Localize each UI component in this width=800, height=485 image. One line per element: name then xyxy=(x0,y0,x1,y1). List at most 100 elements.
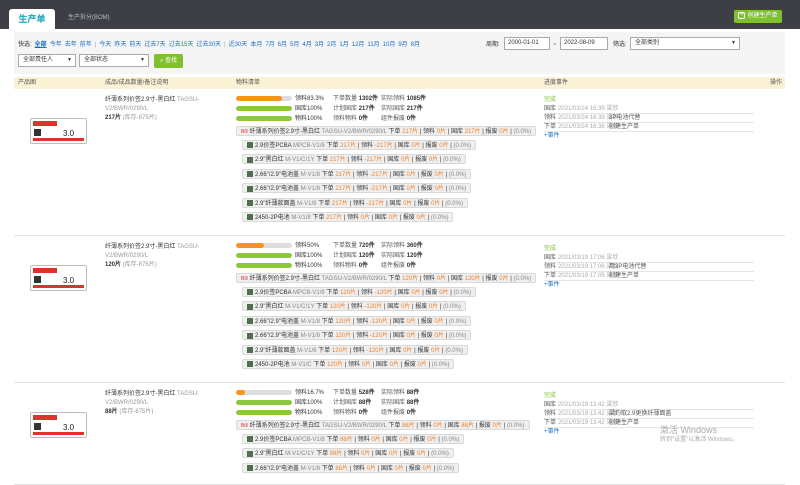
quick-link[interactable]: 前年 xyxy=(80,42,92,48)
product-qty-line: 88片 (库存-875片) xyxy=(105,408,229,417)
actual-value: 1085件 xyxy=(406,96,427,102)
bom-main-item[interactable]: Bill 纤薄系列价签2.9寸-黑白红 TAGSU-V2/BWR/0290/L 下… xyxy=(236,126,537,136)
quick-link[interactable]: 8月 xyxy=(411,42,420,48)
progress-row: 领料16.7% 下单数量 528件 实际领料 88件 xyxy=(236,389,429,398)
quick-link[interactable]: 本月 xyxy=(250,42,262,48)
quick-link[interactable]: 过去30天 xyxy=(196,42,221,48)
bom-main-item[interactable]: Bill 纤薄系列价签2.9寸-黑白红 TAGSU-V2/BWR/0290/L 下… xyxy=(236,273,537,283)
item-stock-value: 0片 xyxy=(406,333,416,340)
planned-label: 领料物料 xyxy=(333,410,358,416)
quick-link[interactable]: 12月 xyxy=(352,42,365,48)
quick-link[interactable]: 2月 xyxy=(327,42,336,48)
bom-sub-item[interactable]: 2.66"/2.9"电池盖 M-V1/8 下单 217片 | 领料 -217片 … xyxy=(242,183,472,194)
quick-link[interactable]: 今年 xyxy=(50,42,62,48)
event-row: 领料 2021/03/19 13:42 梁欣 梁约取2.9更换纤薄面盖 xyxy=(544,410,754,419)
bom-sub-item[interactable]: 2.9"黑白红 M-V1/C/1Y 下单 120片 | 领料 -120片 | 国… xyxy=(242,301,466,312)
product-name[interactable]: 纤薄系列价签2.9寸-黑白红 TAGSU-V2/BWR/0290/L xyxy=(105,96,229,114)
quick-link[interactable]: 过去15天 xyxy=(169,42,194,48)
quick-link[interactable]: 7月 xyxy=(265,42,274,48)
item-stock-value: 0片 xyxy=(394,465,404,472)
bom-sub-item[interactable]: 2450-2P电池 M-V1/C 下单 120片 | 领料 0片 | 国库 0片… xyxy=(242,359,455,369)
planned-value: 1302件 xyxy=(358,96,379,102)
create-order-button[interactable]: + 创建生产单 xyxy=(734,10,782,23)
bom-sub-item[interactable]: 2.9价签PCBA MPCB-V1/8 下单 217片 | 领料 -217片 |… xyxy=(242,140,477,150)
quick-link[interactable]: 前天 xyxy=(129,42,141,48)
status-value: 全部状态 xyxy=(84,57,109,63)
progress-bar xyxy=(236,105,292,111)
item-percent: (0.0%) xyxy=(448,171,467,178)
item-percent: (0.0%) xyxy=(506,423,525,429)
item-order-label: 下单 xyxy=(318,200,331,207)
add-event-link[interactable]: +事件 xyxy=(544,281,754,290)
bom-sub-item[interactable]: 2.9价签PCBA MPCB-V1/8 下单 88片 | 领料 0片 | 国库 … xyxy=(242,434,465,444)
item-order-label: 下单 xyxy=(321,186,334,193)
planned-value: 0件 xyxy=(358,410,369,416)
quick-link[interactable]: 去年 xyxy=(65,42,77,48)
product-thumbnail[interactable]: 3.0 xyxy=(30,265,87,291)
bom-sub-item[interactable]: 2.9"黑白红 M-V1/C/1Y 下单 88片 | 领料 0片 | 国库 0片… xyxy=(242,448,454,459)
item-stock-value: 0片 xyxy=(406,171,416,178)
bom-sub-item[interactable]: 2.66"/2.9"电池盖 M-V1/8 下单 88片 | 领料 0片 | 国库… xyxy=(242,462,460,473)
item-scrap-label: 报废 xyxy=(485,129,498,135)
owner-select[interactable]: 全部责任人 ▼ xyxy=(18,54,76,67)
component-swatch-icon xyxy=(247,185,253,192)
quick-link[interactable]: 全部 xyxy=(35,42,47,48)
product-info: 纤薄系列价签2.9寸-黑白红 TAGSU-V2/BWR/0290/L 120片 (… xyxy=(105,243,229,270)
bom-sub-item[interactable]: 2.66"/2.9"电池盖 M-V1/8 下单 120片 | 领料 -120片 … xyxy=(242,330,472,341)
item-stock-value: 88片 xyxy=(461,423,474,429)
quick-link[interactable]: 过去7天 xyxy=(144,42,165,48)
planned-label: 领料物料 xyxy=(333,116,358,122)
bom-main-item[interactable]: Bill 纤薄系列价签2.9寸-黑白红 TAGSU-V2/BWR/0290/L 下… xyxy=(236,420,530,430)
quick-link[interactable]: 11月 xyxy=(367,42,379,48)
plus-icon: + xyxy=(738,11,746,19)
quick-link[interactable]: 今天 xyxy=(99,42,111,48)
bom-sub-item[interactable]: 2.9价签PCBA MPCB-V1/8 下单 120片 | 领料 -120片 |… xyxy=(242,287,477,297)
item-code: M-V1/8 xyxy=(300,465,320,472)
thumb-price: 3.0 xyxy=(63,423,75,432)
event-time: 2021/03/24 16:39 梁欣 xyxy=(558,106,619,112)
item-name: 2.66"/2.9"电池盖 xyxy=(255,186,299,193)
product-name-text: 纤薄系列价签2.9寸-黑白红 xyxy=(105,391,176,397)
item-order-label: 下单 xyxy=(316,304,329,311)
tab-production-bom[interactable]: 生产拆分(BOM) xyxy=(68,12,110,24)
quick-link[interactable]: 昨天 xyxy=(114,42,126,48)
quick-link[interactable]: 10月 xyxy=(383,42,396,48)
quick-link[interactable]: 6月 xyxy=(278,42,287,48)
item-pick-value: 0片 xyxy=(433,423,443,429)
item-scrap-value: 0片 xyxy=(416,451,427,458)
product-name[interactable]: 纤薄系列价签2.9寸-黑白红 TAGSU-V2/BWR/0290/L xyxy=(105,243,229,261)
event-type: 领料 xyxy=(544,411,557,417)
bom-sub-item[interactable]: 2450-2P电池 M-V1/8 下单 217片 | 领料 0片 | 国库 0片… xyxy=(242,212,454,222)
bom-sub-item[interactable]: 2.9"纤薄款面盖 M-V1/8 下单 120片 | 领料 -120片 | 国库… xyxy=(242,344,468,355)
item-scrap-label: 报废 xyxy=(420,186,433,193)
date-from-input[interactable]: 2000-01-01 xyxy=(504,37,550,50)
quick-link[interactable]: 近30天 xyxy=(229,42,248,48)
planned-label: 下单数量 xyxy=(333,96,358,102)
date-to-input[interactable]: 2022-08-09 xyxy=(560,37,608,50)
bom-sub-item[interactable]: 2.66"/2.9"电池盖 M-V1/8 下单 217片 | 领料 -217片 … xyxy=(242,168,472,179)
bom-sub-item[interactable]: 2.9"黑白红 M-V1/C/1Y 下单 217片 | 领料 -217片 | 国… xyxy=(242,154,466,165)
product-name[interactable]: 纤薄系列价签2.9寸-黑白红 TAGSU-V2/BWR/0290/L xyxy=(105,390,229,408)
quick-link[interactable]: 1月 xyxy=(339,42,348,48)
quick-link[interactable]: 5月 xyxy=(290,42,299,48)
tab-production-orders[interactable]: 生产单 xyxy=(9,9,55,29)
category-select[interactable]: 全部类别 ▼ xyxy=(630,37,740,50)
query-button[interactable]: ⌕ 查找 xyxy=(154,54,183,68)
progress-row: 国库100% 计划国库 217件 实际国库 217件 xyxy=(236,105,429,114)
add-event-link[interactable]: +事件 xyxy=(544,132,754,141)
product-thumbnail[interactable]: 3.0 xyxy=(30,412,87,438)
status-select[interactable]: 全部状态 ▼ xyxy=(79,54,149,67)
bom-sub-item[interactable]: 2.9"纤薄款面盖 M-V1/8 下单 217片 | 领料 -217片 | 国库… xyxy=(242,197,468,208)
item-stock-value: 0片 xyxy=(399,437,409,443)
quick-link[interactable]: 4月 xyxy=(302,42,311,48)
item-scrap-value: 0片 xyxy=(422,465,432,472)
actual-label: 实际国库 xyxy=(381,106,406,112)
progress-fill xyxy=(236,262,292,268)
quick-link[interactable]: 9月 xyxy=(398,42,407,48)
actual-label: 组件报废 xyxy=(381,116,406,122)
item-percent: (0.0%) xyxy=(513,276,532,282)
product-thumbnail[interactable]: 3.0 xyxy=(30,118,87,144)
item-order-label: 下单 xyxy=(321,465,334,472)
quick-link[interactable]: 3月 xyxy=(315,42,324,48)
bom-sub-item[interactable]: 2.66"/2.9"电池盖 M-V1/8 下单 120片 | 领料 -120片 … xyxy=(242,315,472,326)
